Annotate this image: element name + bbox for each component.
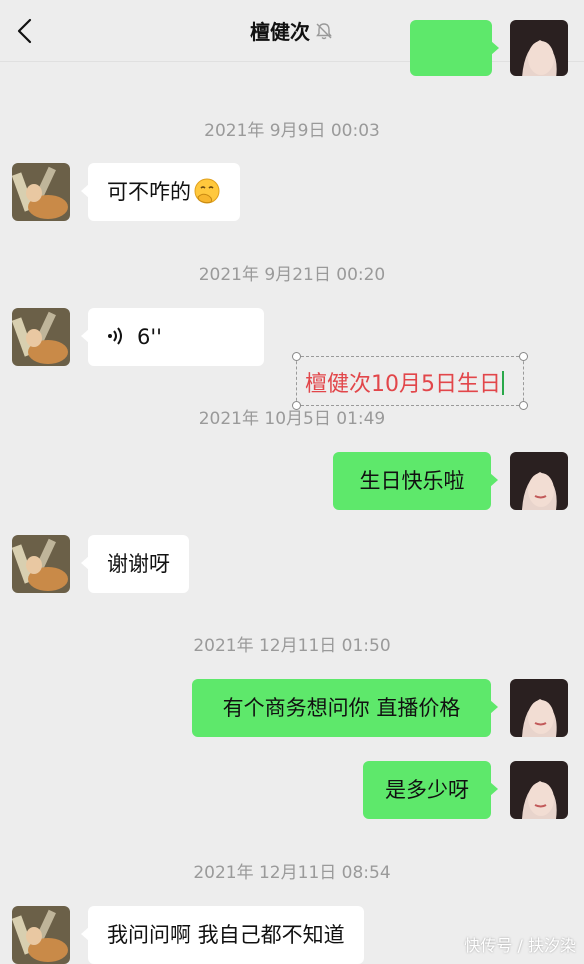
annotation-text: 檀健次10月5日生日	[305, 372, 501, 397]
contact-avatar[interactable]	[12, 163, 70, 221]
message-bubble[interactable]: 有个商务想问你 直播价格	[192, 679, 498, 737]
bell-off-icon	[314, 21, 334, 46]
message-bubble[interactable]: 可不咋的	[81, 163, 240, 221]
self-avatar[interactable]	[510, 679, 568, 737]
watermark: 快传号 / 扶汐染	[464, 936, 576, 955]
annotation-text-wrap: 檀健次10月5日生日	[305, 366, 504, 398]
text-caret	[502, 371, 504, 395]
message-text: 是多少呀	[385, 778, 469, 802]
timestamp: 2021年 9月21日 00:20	[198, 265, 386, 285]
message-bubble[interactable]: 生日快乐啦	[333, 452, 498, 510]
resize-handle[interactable]	[519, 401, 528, 410]
message-bubble[interactable]: 是多少呀	[363, 761, 498, 819]
message-bubble[interactable]: 谢谢呀	[81, 535, 189, 593]
contact-avatar[interactable]	[12, 906, 70, 964]
voice-wave-icon	[107, 311, 125, 369]
message-bubble[interactable]: 我问问啊 我自己都不知道	[81, 906, 364, 964]
message-text: 有个商务想问你 直播价格	[222, 696, 461, 720]
timestamp: 2021年 12月11日 01:50	[193, 636, 391, 656]
chat-title: 檀健次	[250, 20, 310, 44]
text-annotation-box[interactable]: 檀健次10月5日生日	[292, 352, 528, 410]
message-text: 谢谢呀	[107, 552, 170, 576]
message-text: 可不咋的	[107, 180, 191, 204]
contact-avatar[interactable]	[12, 535, 70, 593]
resize-handle[interactable]	[292, 352, 301, 361]
self-avatar[interactable]	[510, 761, 568, 819]
self-avatar[interactable]	[510, 452, 568, 510]
timestamp: 2021年 9月9日 00:03	[204, 121, 380, 141]
voice-duration: 6''	[137, 325, 162, 349]
message-text: 我问问啊 我自己都不知道	[107, 923, 345, 947]
resize-handle[interactable]	[519, 352, 528, 361]
message-text: 生日快乐啦	[359, 469, 465, 493]
resize-handle[interactable]	[292, 401, 301, 410]
voice-message-bubble[interactable]: 6''	[81, 308, 264, 369]
contact-avatar[interactable]	[12, 308, 70, 366]
hand-over-mouth-emoji	[193, 169, 221, 227]
previous-message-bubble[interactable]	[410, 20, 499, 76]
timestamp: 2021年 12月11日 08:54	[193, 863, 391, 883]
self-avatar[interactable]	[510, 20, 568, 76]
